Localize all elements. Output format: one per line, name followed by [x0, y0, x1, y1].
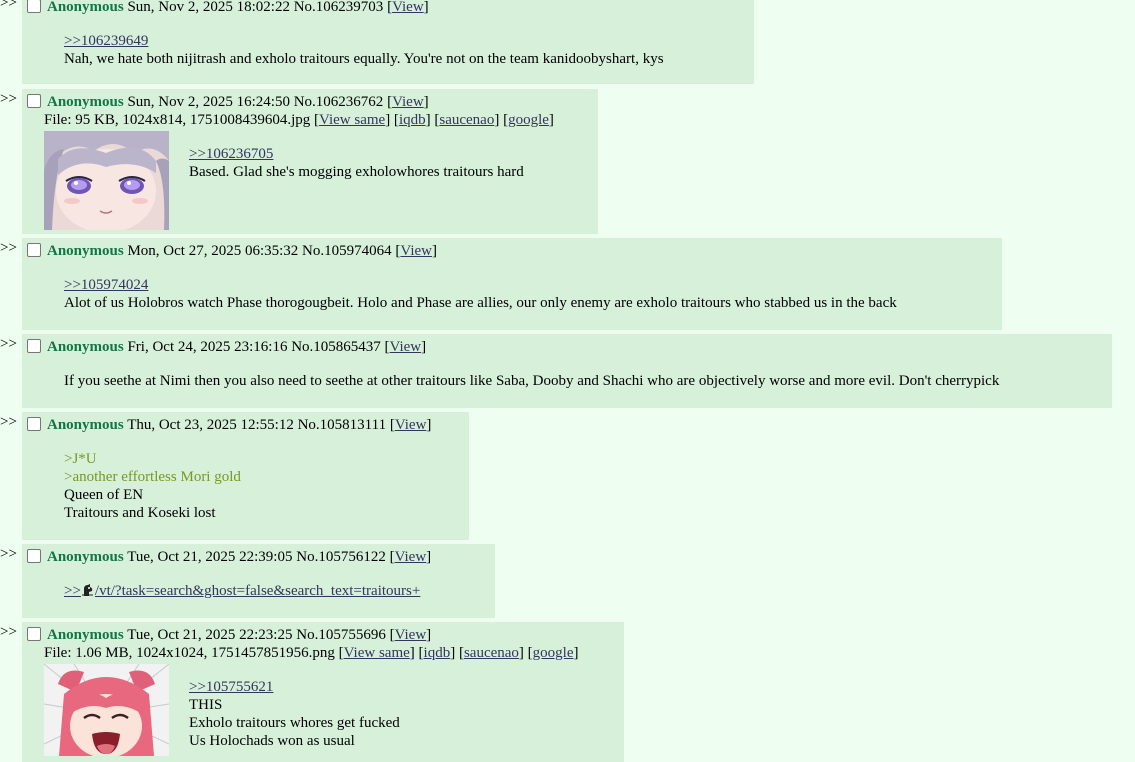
post-body: >J*U >another effortless Mori gold Queen… [64, 450, 241, 522]
link-path: /vt/?task=search&ghost=false&search_text… [94, 583, 421, 599]
post-text: Traitours and Koseki lost [64, 505, 216, 521]
poster-name: Anonymous [47, 627, 124, 643]
board-icon [81, 583, 95, 599]
post-checkbox[interactable] [27, 243, 41, 257]
post-number[interactable]: No.106239703 [294, 0, 384, 15]
board-search-link[interactable]: >> /vt/?task=search&ghost=false&search_te… [64, 583, 420, 599]
post-date: Fri, Oct 24, 2025 23:16:16 [127, 339, 288, 355]
post-text: Exholo traitours whores get fucked [189, 715, 400, 731]
post-checkbox[interactable] [27, 339, 41, 353]
view-same-link[interactable]: View same [344, 645, 410, 661]
view-same-link[interactable]: View same [319, 112, 385, 128]
reply-container: Anonymous Sun, Nov 2, 2025 16:24:50 No.1… [22, 89, 598, 234]
post-date: Sun, Nov 2, 2025 16:24:50 [127, 94, 290, 110]
post-body: >>105974024 Alot of us Holobros watch Ph… [64, 276, 897, 312]
poster-name: Anonymous [47, 339, 124, 355]
reply-arrows: >> [0, 414, 17, 430]
post-checkbox[interactable] [27, 549, 41, 563]
post-number[interactable]: No.105756122 [296, 549, 386, 565]
post-text: Nah, we hate both nijitrash and exholo t… [64, 51, 664, 67]
link-prefix: >> [64, 583, 81, 599]
file-info: File: 1.06 MB, 1024x1024, 1751457851956.… [44, 645, 579, 661]
quote-link[interactable]: >>106236705 [189, 146, 273, 162]
view-link[interactable]: View [395, 627, 427, 643]
post-checkbox[interactable] [27, 627, 41, 641]
iqdb-link[interactable]: iqdb [424, 645, 451, 661]
reply-arrows: >> [0, 0, 17, 11]
post-header: Anonymous Sun, Nov 2, 2025 18:02:22 No.1… [26, 0, 429, 16]
post-date: Tue, Oct 21, 2025 22:23:25 [127, 627, 293, 643]
reply-arrows: >> [0, 240, 17, 256]
greentext-line: >J*U [64, 451, 97, 467]
reply-arrows: >> [0, 91, 17, 107]
post-header: Anonymous Tue, Oct 21, 2025 22:39:05 No.… [26, 548, 431, 566]
file-details: File: 95 KB, 1024x814, 1751008439604.jpg [44, 112, 311, 128]
file-details: File: 1.06 MB, 1024x1024, 1751457851956.… [44, 645, 335, 661]
post-date: Thu, Oct 23, 2025 12:55:12 [127, 417, 294, 433]
poster-name: Anonymous [47, 549, 124, 565]
post-header: Anonymous Mon, Oct 27, 2025 06:35:32 No.… [26, 242, 437, 260]
post-text: Us Holochads won as usual [189, 733, 355, 749]
quote-link[interactable]: >>105755621 [189, 679, 273, 695]
view-link[interactable]: View [392, 0, 424, 15]
post-text: THIS [189, 697, 223, 713]
post-body: >>106236705 Based. Glad she's mogging ex… [189, 145, 524, 181]
poster-name: Anonymous [47, 0, 124, 15]
lavender-haired-anime-girl-thumbnail[interactable] [44, 131, 169, 230]
post-text: Based. Glad she's mogging exholowhores t… [189, 164, 524, 180]
saucenao-link[interactable]: saucenao [464, 645, 519, 661]
view-link[interactable]: View [395, 549, 427, 565]
google-link[interactable]: google [533, 645, 574, 661]
view-link[interactable]: View [400, 243, 432, 259]
post-body: >> /vt/?task=search&ghost=false&search_te… [64, 582, 420, 600]
reply-container: Anonymous Thu, Oct 23, 2025 12:55:12 No.… [22, 412, 469, 540]
post-checkbox[interactable] [27, 0, 41, 13]
post-text: Queen of EN [64, 487, 144, 503]
post-number[interactable]: No.105865437 [291, 339, 381, 355]
view-link[interactable]: View [395, 417, 427, 433]
post-number[interactable]: No.105755696 [296, 627, 386, 643]
poster-name: Anonymous [47, 417, 124, 433]
poster-name: Anonymous [47, 94, 124, 110]
reply-container: Anonymous Sun, Nov 2, 2025 18:02:22 No.1… [22, 0, 754, 84]
saucenao-link[interactable]: saucenao [439, 112, 494, 128]
quote-link[interactable]: >>106239649 [64, 33, 148, 49]
reply-container: Anonymous Fri, Oct 24, 2025 23:16:16 No.… [22, 334, 1112, 408]
post-checkbox[interactable] [27, 417, 41, 431]
view-link[interactable]: View [392, 94, 424, 110]
post-body: >>105755621 THIS Exholo traitours whores… [189, 678, 400, 750]
post-date: Tue, Oct 21, 2025 22:39:05 [127, 549, 293, 565]
iqdb-link[interactable]: iqdb [399, 112, 426, 128]
post-header: Anonymous Tue, Oct 21, 2025 22:23:25 No.… [26, 626, 431, 644]
poster-name: Anonymous [47, 243, 124, 259]
view-link[interactable]: View [390, 339, 422, 355]
post-text: If you seethe at Nimi then you also need… [64, 373, 1000, 389]
post-text: Alot of us Holobros watch Phase thorogou… [64, 295, 897, 311]
greentext-line: >another effortless Mori gold [64, 469, 241, 485]
post-header: Anonymous Thu, Oct 23, 2025 12:55:12 No.… [26, 416, 431, 434]
post-number[interactable]: No.105974064 [302, 243, 392, 259]
reply-arrows: >> [0, 546, 17, 562]
google-link[interactable]: google [508, 112, 549, 128]
post-header: Anonymous Sun, Nov 2, 2025 16:24:50 No.1… [26, 93, 429, 111]
file-info: File: 95 KB, 1024x814, 1751008439604.jpg… [44, 112, 554, 128]
pink-haired-anime-girl-thumbnail[interactable] [44, 664, 169, 756]
post-date: Sun, Nov 2, 2025 18:02:22 [127, 0, 290, 15]
reply-arrows: >> [0, 336, 17, 352]
reply-container: Anonymous Tue, Oct 21, 2025 22:23:25 No.… [22, 622, 624, 762]
post-number[interactable]: No.106236762 [294, 94, 384, 110]
post-date: Mon, Oct 27, 2025 06:35:32 [127, 243, 299, 259]
reply-container: Anonymous Tue, Oct 21, 2025 22:39:05 No.… [22, 544, 495, 618]
reply-container: Anonymous Mon, Oct 27, 2025 06:35:32 No.… [22, 238, 1002, 330]
post-body: If you seethe at Nimi then you also need… [64, 372, 999, 390]
post-body: >>106239649 Nah, we hate both nijitrash … [64, 32, 664, 68]
reply-arrows: >> [0, 624, 17, 640]
post-header: Anonymous Fri, Oct 24, 2025 23:16:16 No.… [26, 338, 426, 356]
quote-link[interactable]: >>105974024 [64, 277, 148, 293]
post-number[interactable]: No.105813111 [298, 417, 386, 433]
post-checkbox[interactable] [27, 94, 41, 108]
